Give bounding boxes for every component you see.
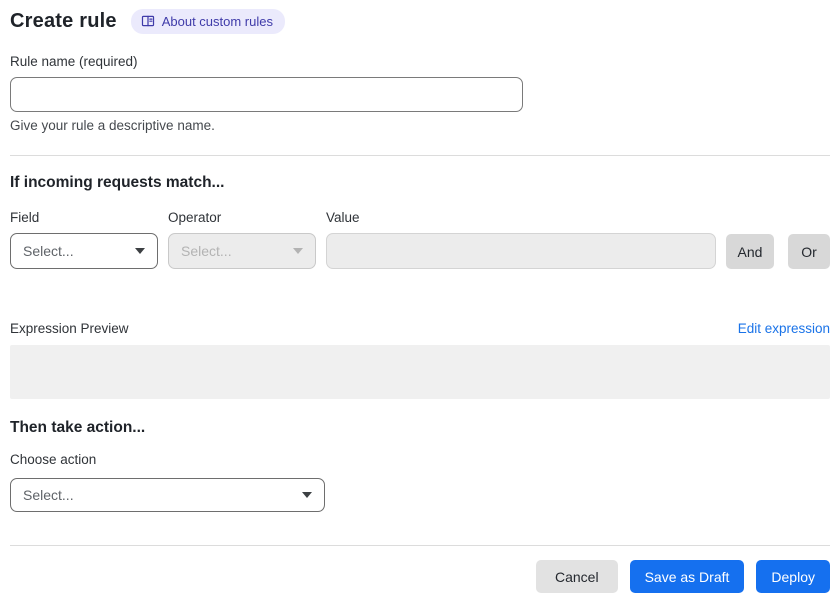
footer-actions: Cancel Save as Draft Deploy [10, 560, 830, 593]
expression-preview-header: Expression Preview Edit expression [10, 321, 830, 336]
action-select-value: Select... [23, 487, 74, 503]
field-label: Field [10, 210, 40, 225]
field-select[interactable]: Select... [10, 233, 158, 269]
operator-select: Select... [168, 233, 316, 269]
rule-name-label: Rule name (required) [10, 54, 138, 69]
create-rule-form: Create rule About custom rules Rule name… [0, 0, 839, 593]
operator-column: Operator Select... [168, 210, 316, 269]
action-select[interactable]: Select... [10, 478, 325, 512]
match-section-heading: If incoming requests match... [10, 174, 225, 191]
and-button[interactable]: And [726, 234, 774, 269]
value-column: Value [326, 210, 716, 269]
section-divider [10, 155, 830, 156]
action-section-heading: Then take action... [10, 419, 146, 436]
deploy-button[interactable]: Deploy [756, 560, 830, 593]
chevron-down-icon [293, 248, 303, 254]
or-button[interactable]: Or [788, 234, 830, 269]
chevron-down-icon [135, 248, 145, 254]
cancel-button[interactable]: Cancel [535, 560, 618, 593]
rule-name-help: Give your rule a descriptive name. [10, 118, 215, 133]
match-condition-row: Field Select... Operator Select... Value… [10, 210, 830, 269]
rule-name-input[interactable] [10, 77, 523, 112]
footer-divider [10, 545, 830, 546]
expression-preview-box [10, 345, 830, 399]
about-custom-rules-label: About custom rules [161, 13, 273, 29]
book-icon [141, 14, 155, 28]
page-title: Create rule [10, 10, 117, 32]
expression-preview-label: Expression Preview [10, 321, 129, 336]
field-column: Field Select... [10, 210, 158, 269]
rule-name-group: Rule name (required) Give your rule a de… [10, 54, 830, 133]
operator-label: Operator [168, 210, 222, 225]
value-label: Value [326, 210, 360, 225]
field-select-value: Select... [23, 243, 74, 259]
choose-action-label: Choose action [10, 452, 97, 467]
about-custom-rules-badge[interactable]: About custom rules [130, 9, 285, 34]
chevron-down-icon [302, 492, 312, 498]
edit-expression-link[interactable]: Edit expression [738, 321, 830, 336]
value-input [326, 233, 716, 269]
header: Create rule About custom rules [10, 9, 830, 34]
operator-select-value: Select... [181, 243, 232, 259]
save-as-draft-button[interactable]: Save as Draft [629, 560, 745, 593]
